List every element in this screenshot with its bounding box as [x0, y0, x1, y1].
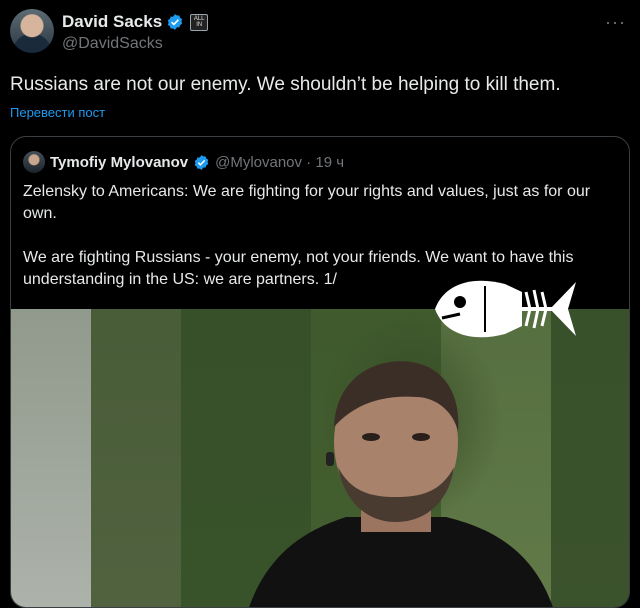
quoted-author-name[interactable]: Tymofiy Mylovanov: [50, 154, 188, 171]
quoted-tweet[interactable]: Tymofiy Mylovanov @Mylovanov · 19 ч Zele…: [10, 136, 630, 608]
affiliate-badge-icon[interactable]: ALL IN: [190, 13, 209, 31]
quoted-paragraph: Zelensky to Americans: We are fighting f…: [23, 183, 591, 222]
more-icon[interactable]: ···: [605, 12, 626, 33]
author-avatar[interactable]: [10, 9, 54, 53]
quoted-author-meta: @Mylovanov · 19 ч: [215, 153, 345, 171]
translate-post-link[interactable]: Перевести пост: [10, 105, 105, 120]
author-name-row: David Sacks ALL IN: [62, 12, 209, 32]
quoted-author-avatar[interactable]: [23, 151, 45, 173]
author-name[interactable]: David Sacks: [62, 12, 162, 32]
tweet-text: Russians are not our enemy. We shouldn’t…: [10, 74, 561, 95]
quoted-video[interactable]: [11, 309, 629, 607]
quoted-tweet-header: Tymofiy Mylovanov @Mylovanov · 19 ч: [23, 151, 344, 173]
fish-skeleton-icon: [435, 280, 576, 338]
verified-badge-icon: [168, 14, 183, 30]
video-person-image: [249, 361, 553, 607]
verified-badge-icon: [194, 154, 209, 170]
author-handle[interactable]: @DavidSacks: [62, 35, 163, 53]
